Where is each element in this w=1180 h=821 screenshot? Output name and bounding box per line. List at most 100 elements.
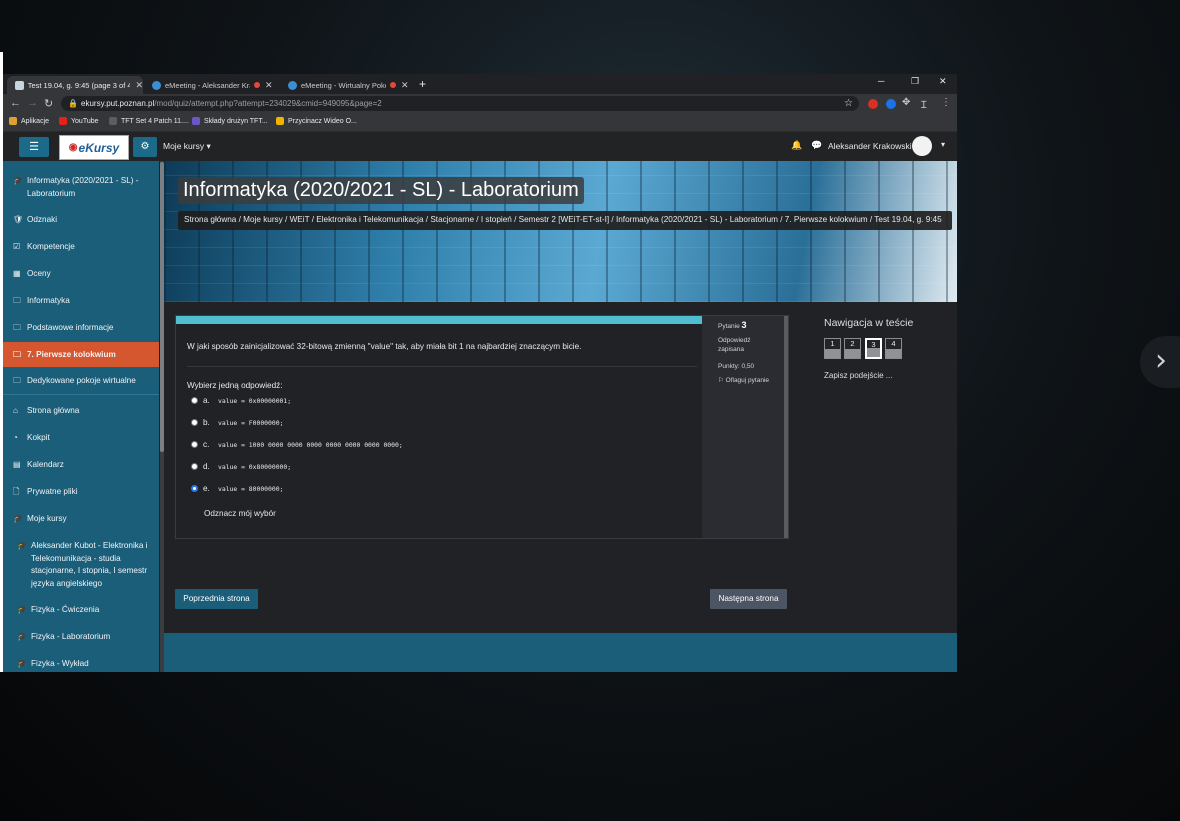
finish-attempt-link[interactable]: Zapisz podejście ...: [824, 371, 892, 380]
page-footer: [164, 633, 957, 672]
clear-choice-link[interactable]: Odznacz mój wybór: [204, 509, 276, 518]
maximize-icon[interactable]: ❐: [911, 76, 919, 87]
ekursy-logo[interactable]: ◉ eKursy: [59, 135, 129, 160]
messages-icon[interactable]: 💬: [811, 140, 822, 151]
sidebar: 🎓 Informatyka (2020/2021 - SL) - Laborato…: [3, 161, 159, 672]
folder-icon: 🗀: [13, 323, 21, 332]
flag-icon: ⚐: [718, 377, 724, 384]
close-icon[interactable]: ✕: [135, 80, 143, 91]
quiz-nav-question-4[interactable]: 4: [885, 338, 902, 359]
radio-button[interactable]: [191, 441, 198, 448]
tab-emeeting-1[interactable]: eMeeting - Aleksander Krak ✕: [144, 76, 278, 94]
radio-button-selected[interactable]: [191, 485, 198, 492]
quiz-nav-question-2[interactable]: 2: [844, 338, 861, 359]
graduation-cap-icon: 🎓: [17, 659, 27, 668]
graduation-cap-icon: 🎓: [17, 632, 27, 641]
youtube-icon: [59, 117, 67, 125]
question-status: Odpowiedź zapisana: [718, 337, 751, 353]
flag-question-link[interactable]: ⚐ Oflaguj pytanie: [718, 376, 769, 384]
extension-reader-icon[interactable]: Ɪ: [921, 97, 927, 111]
graduation-cap-icon: 🎓: [13, 176, 23, 185]
reload-icon[interactable]: ↻: [44, 97, 53, 110]
sidebar-item-course-kubot[interactable]: 🎓 Aleksander Kubot - Elektronika i Teleko…: [3, 540, 159, 592]
question-number: Pytanie 3: [718, 320, 747, 331]
next-page-button[interactable]: Następna strona: [710, 589, 787, 609]
close-icon[interactable]: ✕: [265, 80, 273, 91]
extension-puzzle-icon[interactable]: ✥: [902, 97, 910, 108]
settings-cog-button[interactable]: ⚙: [133, 137, 157, 157]
question-info-edge: [784, 316, 788, 538]
checkbox-icon: ☑: [13, 242, 21, 251]
question-header-bar: [176, 316, 702, 324]
site-icon: [192, 117, 200, 125]
avatar[interactable]: [912, 136, 932, 156]
url-path: /mod/quiz/attempt.php?attempt=234029&cmi…: [154, 99, 382, 108]
close-icon[interactable]: ✕: [401, 80, 409, 91]
chrome-menu-icon[interactable]: ⋮: [941, 97, 951, 108]
url-host: ekursy.put.poznan.pl: [81, 99, 155, 108]
radio-button[interactable]: [191, 397, 198, 404]
recording-icon: [390, 82, 396, 88]
sidebar-divider: [3, 394, 159, 395]
back-icon[interactable]: ←: [10, 97, 21, 109]
quiz-nav-question-3[interactable]: 3: [865, 338, 882, 359]
answer-option-a[interactable]: a. value = 0x00000001;: [191, 396, 291, 405]
bookmark-video-cutter[interactable]: Przycinacz Wideo O...: [276, 117, 357, 125]
forward-icon[interactable]: →: [27, 97, 38, 109]
answer-option-d[interactable]: d. value = 0x80000000;: [191, 462, 291, 471]
chevron-right-icon[interactable]: ›: [1155, 346, 1177, 378]
extension-blue-icon[interactable]: [886, 99, 896, 109]
question-text: W jaki sposób zainicjalizować 32-bitową …: [187, 342, 582, 351]
radio-button[interactable]: [191, 463, 198, 470]
bookmark-tft-teams[interactable]: Składy drużyn TFT...: [192, 117, 268, 125]
divider: [187, 366, 697, 367]
menu-toggle-button[interactable]: ☰: [19, 137, 49, 157]
folder-icon: 🗀: [13, 350, 21, 359]
file-icon: 🗋: [13, 487, 20, 496]
window-close-icon[interactable]: ✕: [939, 76, 947, 87]
tab-title: eMeeting - Wirtualny Pokój: [301, 80, 386, 90]
page-icon: [109, 117, 117, 125]
answer-prompt: Wybierz jedną odpowiedź:: [187, 381, 283, 390]
previous-page-button[interactable]: Poprzednia strona: [175, 589, 258, 609]
recording-icon: [254, 82, 260, 88]
notifications-bell-icon[interactable]: 🔔: [791, 140, 802, 151]
sidebar-item-first-test[interactable]: 🗀 7. Pierwsze kolokwium: [3, 342, 159, 367]
bookmark-youtube[interactable]: YouTube: [59, 117, 99, 125]
moodle-favicon-icon: [15, 80, 24, 90]
sidebar-item-course[interactable]: 🎓 Informatyka (2020/2021 - SL) - Laborato…: [3, 175, 159, 205]
new-tab-icon[interactable]: +: [419, 77, 426, 91]
graduation-cap-icon: 🎓: [17, 605, 27, 614]
emeeting-favicon-icon: [288, 80, 297, 90]
answer-option-b[interactable]: b. value = F0000000;: [191, 418, 283, 427]
main-content: W jaki sposób zainicjalizować 32-bitową …: [164, 302, 957, 633]
tab-bar: Test 19.04, g. 9:45 (page 3 of 4) ✕ eMee…: [3, 74, 957, 94]
tab-emeeting-2[interactable]: eMeeting - Wirtualny Pokój ✕: [280, 76, 414, 94]
emeeting-favicon-icon: [152, 80, 161, 90]
bookmark-apps[interactable]: Aplikacje: [9, 117, 49, 125]
radio-button[interactable]: [191, 419, 198, 426]
breadcrumb[interactable]: Strona główna / Moje kursy / WEiT / Elek…: [178, 211, 952, 230]
minimize-icon[interactable]: ─: [878, 76, 884, 86]
dashboard-icon: ◔: [13, 433, 18, 442]
question-points: Punkty: 0,50: [718, 363, 755, 370]
my-courses-menu[interactable]: Moje kursy ▾: [163, 141, 211, 152]
tab-title: Test 19.04, g. 9:45 (page 3 of 4): [27, 80, 131, 90]
chevron-down-icon[interactable]: ▾: [941, 140, 945, 149]
browser-window: Test 19.04, g. 9:45 (page 3 of 4) ✕ eMee…: [3, 74, 957, 672]
apps-grid-icon: [9, 117, 17, 125]
shield-icon: 🛡: [13, 215, 24, 224]
bookmark-star-icon[interactable]: ☆: [844, 96, 853, 111]
bookmark-tft-patch[interactable]: TFT Set 4 Patch 11....: [109, 117, 189, 125]
logo-mark-icon: ◉: [68, 142, 78, 153]
quiz-nav-question-1[interactable]: 1: [824, 338, 841, 359]
user-name[interactable]: Aleksander Krakowski: [828, 141, 912, 151]
address-bar[interactable]: 🔒 ekursy.put.poznan.pl/mod/quiz/attempt.…: [61, 96, 859, 111]
site-icon: [276, 117, 284, 125]
table-icon: ▦: [13, 269, 21, 278]
answer-option-c[interactable]: c. value = 1000 0000 0000 0000 0000 0000 …: [191, 440, 403, 449]
tab-quiz[interactable]: Test 19.04, g. 9:45 (page 3 of 4) ✕: [7, 76, 143, 94]
quiz-navigation-title: Nawigacja w teście: [824, 317, 914, 329]
answer-option-e[interactable]: e. value = 80000000;: [191, 484, 283, 493]
extension-red-icon[interactable]: [868, 99, 878, 109]
